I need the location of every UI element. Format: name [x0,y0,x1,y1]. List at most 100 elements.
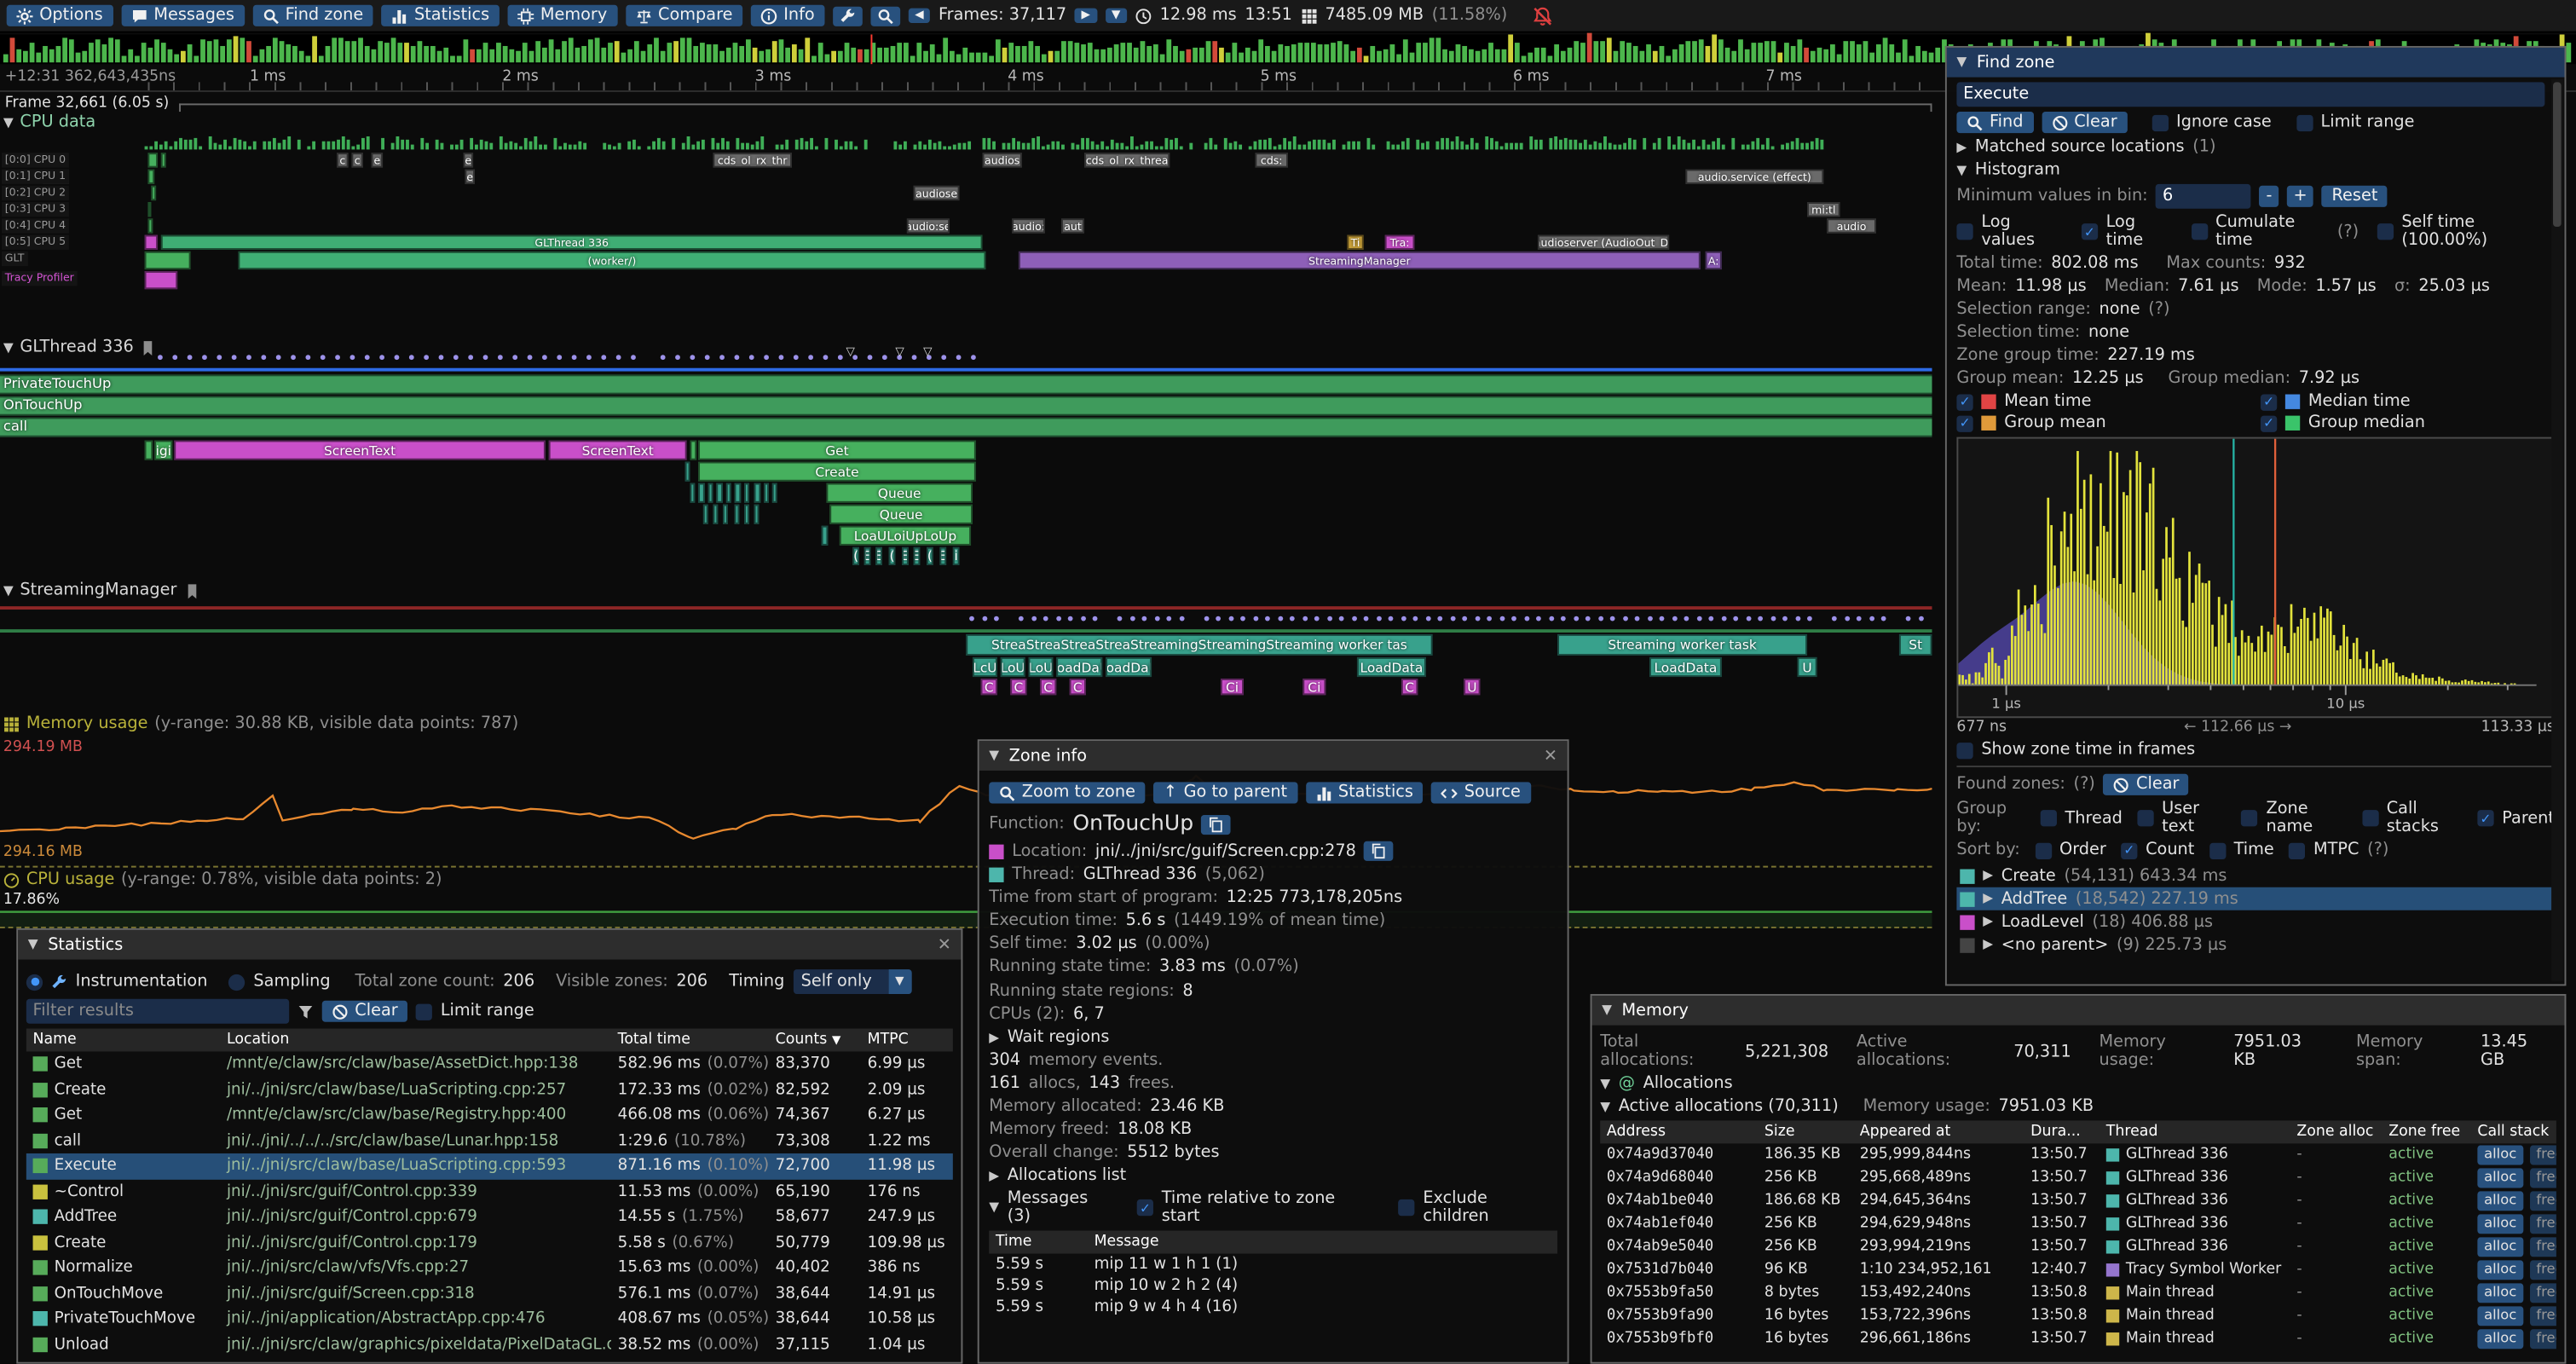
zone-segment[interactable]: E [875,547,882,565]
sample-dot[interactable] [1377,616,1382,621]
sample-dot[interactable] [1401,616,1406,621]
zone-segment[interactable]: ( [852,547,859,565]
sample-dot[interactable] [1389,616,1394,621]
column-header[interactable]: Zone alloc [2290,1124,2383,1140]
sample-dot[interactable] [1796,616,1801,621]
zone-segment[interactable]: E [902,547,909,565]
zone-segment[interactable]: C [981,679,997,695]
message-row[interactable]: 5.59 smip 9 w 4 h 4 (16) [989,1297,1557,1318]
zone-band[interactable]: PrivateTouchUp [0,374,1932,394]
sample-dot[interactable] [1549,616,1554,621]
sample-dot[interactable] [439,355,444,360]
sample-dot[interactable] [1118,616,1123,621]
frame-marker-icon[interactable]: ▽ [846,345,855,358]
min-bin-increase-button[interactable]: + [2287,186,2314,207]
zone-segment[interactable]: LoU [1001,657,1025,677]
sample-dot[interactable] [158,355,163,360]
zone-segment[interactable]: igi [154,441,172,460]
sample-dot[interactable] [1525,616,1530,621]
scrollbar-thumb[interactable] [2553,82,2562,227]
free-stack-button[interactable]: free [2530,1214,2556,1234]
frame-menu-button[interactable]: ▼ [1105,9,1127,23]
cpu-segment[interactable]: GLThread 336 [161,235,983,250]
sample-dot[interactable] [246,355,251,360]
zone-row[interactable]: LcULoULoULoadDaULoadDaULoadDataLoadDataU [0,657,1932,677]
sample-dot[interactable] [1906,616,1911,621]
statistics-row[interactable]: Get/mnt/e/claw/src/claw/base/Registry.hp… [26,1102,953,1128]
cpu-usage-header[interactable]: CPU usage (y-range: 0.78%, visible data … [3,870,442,888]
zone-segment[interactable] [685,462,690,482]
instrumentation-radio[interactable] [26,974,43,990]
statistics-row[interactable]: ~Controljni/../jni/src/guif/Control.cpp:… [26,1179,953,1205]
cpu-segment[interactable]: c [351,153,362,167]
sample-dot[interactable] [969,616,974,621]
sample-dot[interactable] [1462,616,1467,621]
sample-dot[interactable] [1290,616,1295,621]
zone-segment[interactable] [772,483,777,503]
sample-dot[interactable] [971,355,976,360]
sample-dot[interactable] [994,616,999,621]
zone-segment[interactable]: Ci [1221,679,1244,695]
cpu-row[interactable]: [0:2] CPU 2audiose [0,186,1932,200]
show-zone-time-checkbox[interactable] [1956,742,1972,758]
thread-value[interactable]: GLThread 336 [1083,866,1197,884]
compare-button[interactable]: Compare [625,5,742,26]
zone-segment[interactable] [698,483,705,503]
sample-dot[interactable] [956,355,962,360]
sample-dot[interactable] [616,355,621,360]
sample-dot[interactable] [468,355,473,360]
sample-dot[interactable] [1857,616,1862,621]
go-to-parent-button[interactable]: ↑Go to parent [1153,782,1297,803]
streaming-header[interactable]: ▼ StreamingManager [3,581,200,599]
allocation-row[interactable]: 0x7553b9fa508 bytes153,492,240ns13:50.8M… [1600,1281,2556,1304]
column-header[interactable]: Counts▼ [769,1032,861,1048]
zone-row[interactable]: igiScreenTextScreenTextGet [0,441,1932,460]
sample-dot[interactable] [749,355,754,360]
sample-dot[interactable] [1782,616,1788,621]
frame-marker-icon[interactable]: ▽ [923,345,932,358]
sample-dot[interactable] [1278,616,1283,621]
cpu-row[interactable]: Tracy Profiler [0,271,1932,289]
sample-dot[interactable] [586,355,592,360]
gl-sampling-dots[interactable]: ▽▽▽ [0,351,1932,364]
free-stack-button[interactable]: free [2530,1329,2556,1349]
zone-segment[interactable] [690,483,695,503]
sample-dot[interactable] [261,355,266,360]
sample-dot[interactable] [794,355,799,360]
frame-label-row[interactable]: Frame 32,661 (6.05 s) [0,94,1932,113]
copy-function-button[interactable] [1202,814,1232,834]
zone-segment[interactable] [713,505,718,524]
cpu-usage-graph[interactable] [0,905,1932,928]
close-icon[interactable]: ✕ [1544,747,1557,765]
bookmark-icon[interactable] [183,582,199,598]
alloc-stack-button[interactable]: alloc [2477,1168,2523,1188]
zone-segment[interactable]: LcU [973,657,997,677]
statistics-table-header[interactable]: NameLocationTotal timeCounts▼MTPC [26,1028,953,1051]
zone-segment[interactable]: Create [698,462,976,482]
sample-dot[interactable] [1081,616,1086,621]
sample-dot[interactable] [232,355,237,360]
free-stack-button[interactable]: free [2530,1168,2556,1188]
cumulate-time-checkbox[interactable] [2191,223,2207,240]
sample-dot[interactable] [1747,616,1752,621]
free-stack-button[interactable]: free [2530,1283,2556,1303]
allocation-row[interactable]: 0x7553b9fbf016 bytes296,661,186ns13:50.7… [1600,1327,2556,1350]
free-stack-button[interactable]: free [2530,1237,2556,1257]
sample-dot[interactable] [172,355,177,360]
sample-dot[interactable] [823,355,829,360]
zone-segment[interactable]: LoaULoiUpLoUp [840,526,971,546]
cpu-row[interactable]: [0:5] CPU 5GLThread 336TiTra:audioserver… [0,235,1932,250]
limit-range-checkbox[interactable] [2296,114,2313,130]
allocation-row[interactable]: 0x7553b9fa9016 bytes153,722,396ns13:50.8… [1600,1304,2556,1327]
next-frame-button[interactable]: ▶ [1075,9,1097,23]
sample-dot[interactable] [305,355,310,360]
sample-dot[interactable] [188,355,193,360]
column-header[interactable]: Zone free [2383,1124,2471,1140]
zone-segment[interactable] [744,505,749,524]
sample-dot[interactable] [1031,616,1037,621]
sample-dot[interactable] [1254,616,1259,621]
tools-button[interactable] [833,6,863,26]
alloc-stack-button[interactable]: alloc [2477,1260,2523,1280]
zone-segment[interactable] [735,483,742,503]
messages-table-header[interactable]: TimeMessage [989,1231,1557,1254]
